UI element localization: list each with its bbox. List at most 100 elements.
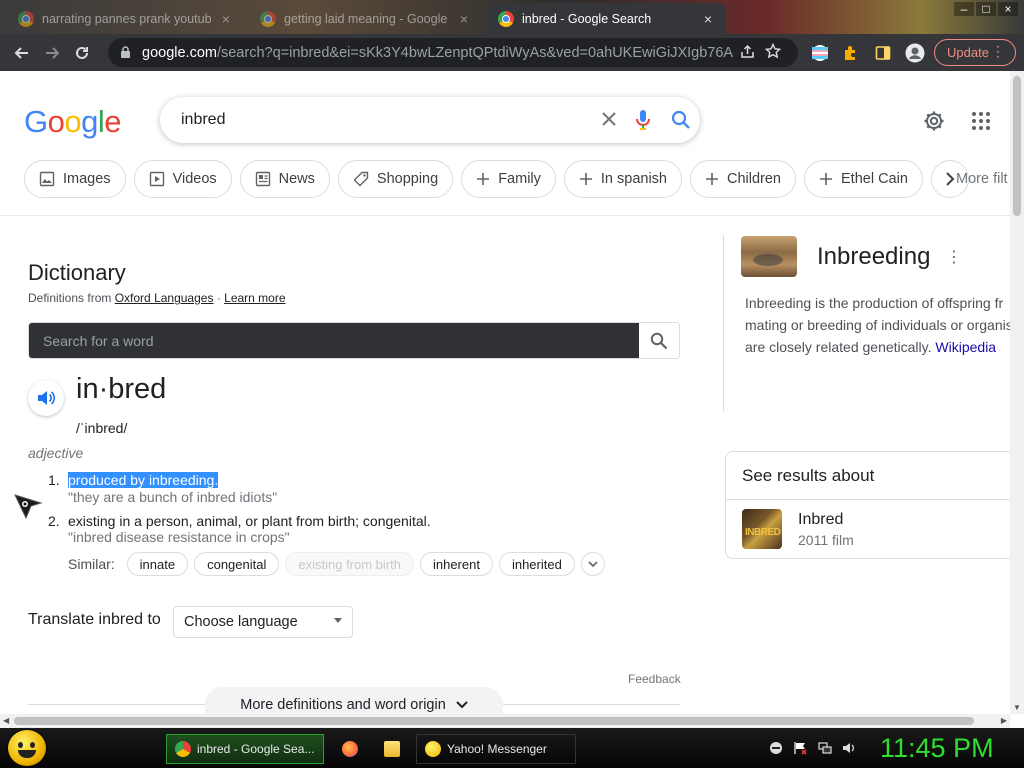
chip-ethel-cain[interactable]: Ethel Cain — [804, 160, 923, 198]
wikipedia-link[interactable]: Wikipedia — [935, 339, 996, 355]
oxford-languages-link[interactable]: Oxford Languages — [115, 291, 214, 305]
chip-images[interactable]: Images — [24, 160, 126, 198]
description-line: mating or breeding of individuals or org… — [745, 317, 1010, 333]
tray-status-icon[interactable] — [769, 741, 783, 755]
start-smiley-icon[interactable] — [8, 730, 46, 766]
profile-avatar-icon[interactable] — [904, 42, 926, 64]
taskbar-firefox-button[interactable] — [334, 734, 366, 764]
url-text: google.com/search?q=inbred&ei=sKk3Y4bwLZ… — [142, 45, 734, 61]
pronounce-speaker-button[interactable] — [28, 380, 64, 416]
synonym-chip[interactable]: congenital — [194, 552, 280, 576]
expand-synonyms-chevron-icon[interactable] — [580, 552, 605, 576]
microphone-icon[interactable] — [624, 109, 662, 131]
taskbar-messenger-label: Yahoo! Messenger — [447, 742, 547, 756]
more-definitions-label: More definitions and word origin — [240, 697, 446, 713]
forward-arrow-icon[interactable] — [37, 38, 67, 68]
definition-number: 1. — [48, 472, 60, 488]
close-tab-icon[interactable]: × — [456, 11, 472, 27]
close-window-icon[interactable]: × — [998, 2, 1018, 16]
chip-label: In spanish — [600, 171, 667, 187]
minimize-icon[interactable]: – — [954, 2, 974, 16]
knowledge-panel-divider — [723, 235, 724, 412]
tray-flag-icon[interactable] — [793, 741, 807, 755]
horizontal-scroll-thumb[interactable] — [14, 717, 974, 725]
google-apps-grid-icon[interactable] — [971, 111, 991, 136]
taskbar-clock[interactable]: 11:45 PM — [880, 733, 994, 764]
chip-family[interactable]: Family — [461, 160, 556, 198]
search-input[interactable]: inbred — [181, 111, 594, 129]
language-select[interactable]: Choose language — [173, 606, 353, 638]
google-favicon-icon — [260, 10, 276, 27]
taskbar-chrome-button[interactable]: inbred - Google Sea... — [166, 734, 324, 764]
address-bar[interactable]: google.com/search?q=inbred&ei=sKk3Y4bwLZ… — [108, 38, 798, 67]
feedback-link[interactable]: Feedback — [628, 672, 681, 686]
knowledge-panel-thumbnail[interactable] — [741, 236, 797, 277]
synonym-chip[interactable]: inherent — [419, 552, 493, 576]
learn-more-link[interactable]: Learn more — [224, 291, 285, 305]
scroll-right-icon[interactable]: ▶ — [1001, 716, 1007, 725]
taskbar-messenger-button[interactable]: Yahoo! Messenger — [416, 734, 576, 764]
poster-title-text: INBRED — [745, 527, 781, 538]
more-definitions-button[interactable]: More definitions and word origin — [205, 687, 503, 714]
inbred-film-poster[interactable]: INBRED — [742, 509, 782, 549]
chip-label: Images — [63, 171, 111, 187]
tray-network-icon[interactable] — [818, 741, 832, 755]
horizontal-scrollbar[interactable]: ◀ ▶ — [0, 714, 1010, 728]
search-box[interactable]: inbred — [160, 97, 700, 143]
speaker-icon — [38, 391, 55, 405]
tab-inbred-search[interactable]: inbred - Google Search × — [488, 3, 726, 34]
update-button[interactable]: Update ⋮ — [934, 39, 1016, 66]
bookmark-star-icon[interactable] — [760, 42, 786, 62]
more-filters-link[interactable]: More filt — [956, 171, 1008, 187]
back-arrow-icon[interactable] — [7, 38, 37, 68]
dropdown-caret-icon — [334, 618, 342, 623]
scroll-down-icon[interactable]: ▼ — [1013, 703, 1021, 712]
chip-news[interactable]: News — [239, 160, 330, 198]
close-tab-icon[interactable]: × — [218, 11, 234, 27]
chip-videos[interactable]: Videos — [133, 160, 232, 198]
vertical-scroll-thumb[interactable] — [1013, 76, 1021, 216]
part-of-speech: adjective — [28, 445, 84, 461]
close-tab-icon[interactable]: × — [700, 11, 716, 27]
tab-narrating-prank[interactable]: narrating pannes prank youtube × — [8, 3, 244, 34]
language-select-value: Choose language — [184, 614, 298, 630]
chip-label: Shopping — [376, 171, 439, 187]
chip-label: Videos — [172, 171, 217, 187]
word-search-bar[interactable]: Search for a word — [28, 322, 680, 359]
word-search-button[interactable] — [639, 323, 679, 358]
chip-in-spanish[interactable]: In spanish — [563, 160, 682, 198]
result-name-link[interactable]: Inbred — [798, 511, 843, 529]
search-icon[interactable] — [662, 110, 700, 130]
tab-title: getting laid meaning - Google S — [284, 11, 450, 26]
menu-kebab-icon[interactable]: ⋮ — [991, 43, 1005, 60]
update-label: Update — [947, 45, 989, 60]
lock-icon[interactable] — [120, 45, 132, 60]
definition-number: 2. — [48, 513, 60, 529]
reload-icon[interactable] — [67, 38, 97, 68]
scroll-left-icon[interactable]: ◀ — [3, 716, 9, 725]
settings-gear-icon[interactable] — [922, 109, 946, 138]
knowledge-panel-description: Inbreeding is the production of offsprin… — [745, 292, 1010, 358]
synonym-chip[interactable]: innate — [126, 552, 189, 576]
google-logo[interactable]: Google — [24, 104, 122, 140]
trans-flag-extension-icon[interactable] — [809, 42, 831, 64]
more-options-kebab-icon[interactable]: ⋮ — [946, 247, 962, 267]
maximize-icon[interactable]: □ — [976, 2, 996, 16]
clear-search-icon[interactable] — [594, 107, 624, 133]
share-icon[interactable] — [734, 44, 760, 62]
side-panel-icon[interactable] — [872, 42, 894, 64]
tab-getting-laid[interactable]: getting laid meaning - Google S × — [250, 3, 482, 34]
google-favicon-icon — [18, 10, 34, 27]
tray-volume-icon[interactable] — [842, 741, 856, 755]
taskbar-files-button[interactable] — [376, 734, 408, 764]
see-results-about-title: See results about — [742, 466, 875, 485]
synonym-chip[interactable]: existing from birth — [285, 552, 414, 576]
synonym-chip[interactable]: inherited — [498, 552, 575, 576]
extensions-puzzle-icon[interactable] — [840, 42, 862, 64]
chip-label: Ethel Cain — [841, 171, 908, 187]
chip-shopping[interactable]: Shopping — [337, 160, 454, 198]
chip-children[interactable]: Children — [690, 160, 796, 198]
vertical-scrollbar[interactable]: ▲ ▼ — [1010, 71, 1024, 714]
word-search-input[interactable]: Search for a word — [29, 323, 639, 358]
separator: · — [216, 291, 221, 305]
